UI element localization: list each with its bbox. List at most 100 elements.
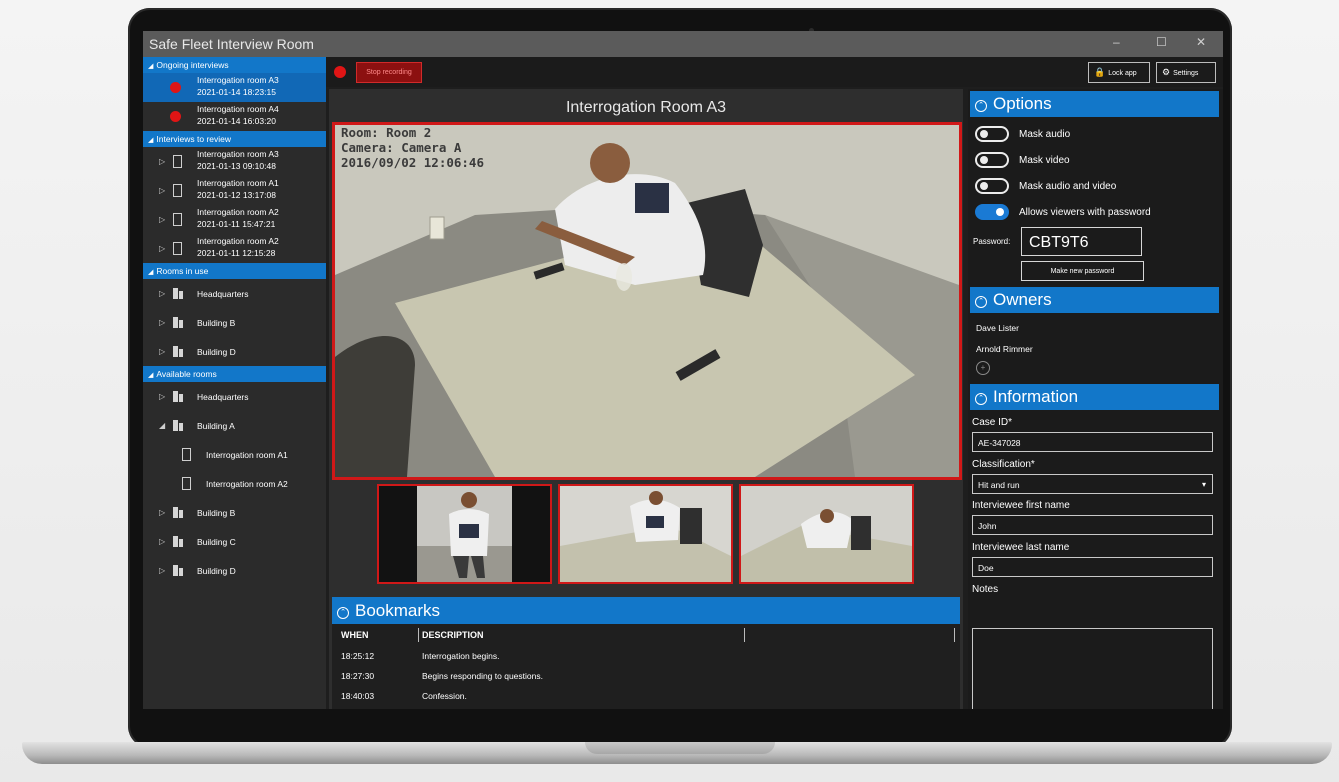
details-panel: ⌃ Options Mask audio Mask video Mask audi… bbox=[968, 89, 1223, 709]
column-divider[interactable] bbox=[954, 628, 955, 642]
live-recording-icon bbox=[170, 82, 181, 93]
expand-arrow-icon[interactable]: ▷ bbox=[159, 318, 165, 327]
make-new-password-button[interactable]: Make new password bbox=[1021, 261, 1144, 281]
section-interviews-to-review[interactable]: ◢ Interviews to review bbox=[143, 131, 326, 147]
camera-thumbnail[interactable] bbox=[739, 484, 914, 584]
bookmark-row[interactable]: 18:40:03 Confession. bbox=[332, 691, 960, 709]
building-name: Building C bbox=[197, 537, 236, 547]
building-item[interactable]: ▷ Building D bbox=[143, 556, 326, 585]
room-icon bbox=[182, 477, 191, 490]
building-item[interactable]: ▷ Building B bbox=[143, 308, 326, 337]
section-available-rooms[interactable]: ◢ Available rooms bbox=[143, 366, 326, 382]
allow-viewers-password-label: Allows viewers with password bbox=[1019, 207, 1151, 218]
bookmarks-header[interactable]: ⌃ Bookmarks bbox=[332, 597, 960, 624]
section-ongoing-interviews[interactable]: ◢ Ongoing interviews bbox=[143, 57, 326, 73]
settings-label: Settings bbox=[1173, 70, 1199, 77]
classification-label: Classification* bbox=[972, 459, 1035, 470]
password-label: Password: bbox=[973, 237, 1011, 246]
expand-arrow-icon[interactable]: ▷ bbox=[159, 566, 165, 575]
allow-viewers-password-toggle[interactable] bbox=[975, 204, 1009, 220]
expand-arrow-icon[interactable]: ▷ bbox=[159, 508, 165, 517]
options-header[interactable]: ⌃ Options bbox=[970, 91, 1219, 117]
maximize-button[interactable]: ☐ bbox=[1156, 35, 1167, 49]
mask-video-toggle[interactable] bbox=[975, 152, 1009, 168]
owner-name: Arnold Rimmer bbox=[976, 344, 1033, 354]
bookmark-description: Confession. bbox=[422, 691, 467, 701]
expand-arrow-icon[interactable]: ▷ bbox=[159, 157, 165, 166]
settings-button[interactable]: ⚙ Settings bbox=[1156, 62, 1216, 83]
review-item[interactable]: ▷ Interrogation room A2 2021-01-11 15:47… bbox=[143, 205, 326, 234]
collapse-circle-icon: ⌃ bbox=[975, 393, 987, 405]
bookmark-description: Interrogation begins. bbox=[422, 651, 500, 661]
room-item[interactable]: Interrogation room A2 bbox=[143, 469, 326, 498]
last-name-field[interactable]: Doe bbox=[972, 557, 1213, 577]
owners-header[interactable]: ⌃ Owners bbox=[970, 287, 1219, 313]
information-header[interactable]: ⌃ Information bbox=[970, 384, 1219, 410]
camera-thumbnail-image bbox=[379, 486, 550, 582]
review-item-name: Interrogation room A2 bbox=[197, 236, 279, 246]
room-item[interactable]: Interrogation room A1 bbox=[143, 440, 326, 469]
building-item[interactable]: ▷ Building C bbox=[143, 527, 326, 556]
review-item[interactable]: ▷ Interrogation room A1 2021-01-12 13:17… bbox=[143, 176, 326, 205]
building-icon bbox=[173, 391, 183, 402]
column-divider[interactable] bbox=[418, 628, 419, 642]
review-item[interactable]: ▷ Interrogation room A2 2021-01-11 12:15… bbox=[143, 234, 326, 263]
mask-audio-video-toggle[interactable] bbox=[975, 178, 1009, 194]
expand-arrow-icon[interactable]: ▷ bbox=[159, 244, 165, 253]
building-item[interactable]: ▷ Headquarters bbox=[143, 382, 326, 411]
ongoing-item[interactable]: Interrogation room A4 2021-01-14 16:03:2… bbox=[143, 102, 326, 131]
camera-thumbnail[interactable] bbox=[558, 484, 733, 584]
bookmark-row[interactable]: 18:25:12 Interrogation begins. bbox=[332, 651, 960, 671]
review-item[interactable]: ▷ Interrogation room A3 2021-01-13 09:10… bbox=[143, 147, 326, 176]
section-rooms-in-use[interactable]: ◢ Rooms in use bbox=[143, 263, 326, 279]
room-name: Interrogation room A2 bbox=[206, 479, 288, 489]
gear-icon: ⚙ bbox=[1162, 67, 1171, 77]
column-divider[interactable] bbox=[744, 628, 745, 642]
building-icon bbox=[173, 507, 183, 518]
lock-app-button[interactable]: 🔒 Lock app bbox=[1088, 62, 1150, 83]
expand-arrow-icon[interactable]: ▷ bbox=[159, 289, 165, 298]
column-header-when[interactable]: WHEN bbox=[341, 630, 369, 640]
minimize-button[interactable]: – bbox=[1113, 35, 1120, 49]
osd-camera: Camera: Camera A bbox=[341, 140, 462, 155]
mask-audio-video-label: Mask audio and video bbox=[1019, 181, 1117, 192]
collapse-arrow-icon[interactable]: ◢ bbox=[159, 421, 165, 430]
expand-arrow-icon[interactable]: ▷ bbox=[159, 215, 165, 224]
ongoing-item[interactable]: Interrogation room A3 2021-01-14 18:23:1… bbox=[143, 73, 326, 102]
collapse-circle-icon: ⌃ bbox=[975, 100, 987, 112]
review-item-name: Interrogation room A1 bbox=[197, 178, 279, 188]
expand-arrow-icon[interactable]: ▷ bbox=[159, 186, 165, 195]
ongoing-item-name: Interrogation room A3 bbox=[197, 75, 279, 85]
room-name: Interrogation room A1 bbox=[206, 450, 288, 460]
bookmark-row[interactable]: 18:27:30 Begins responding to questions. bbox=[332, 671, 960, 691]
close-button[interactable]: ✕ bbox=[1196, 35, 1206, 49]
building-item[interactable]: ▷ Building B bbox=[143, 498, 326, 527]
building-item-expanded[interactable]: ◢ Building A bbox=[143, 411, 326, 440]
expand-arrow-icon[interactable]: ▷ bbox=[159, 392, 165, 401]
first-name-field[interactable]: John bbox=[972, 515, 1213, 535]
expand-arrow-icon[interactable]: ▷ bbox=[159, 537, 165, 546]
section-label: Rooms in use bbox=[156, 266, 209, 276]
bookmarks-table: WHEN DESCRIPTION 18:25:12 Interrogation … bbox=[332, 624, 960, 709]
password-field[interactable]: CBT9T6 bbox=[1021, 227, 1142, 256]
building-name: Building B bbox=[197, 508, 236, 518]
mask-audio-toggle[interactable] bbox=[975, 126, 1009, 142]
expand-arrow-icon[interactable]: ▷ bbox=[159, 347, 165, 356]
camera-thumbnail[interactable] bbox=[377, 484, 552, 584]
mask-video-label: Mask video bbox=[1019, 155, 1070, 166]
notes-field[interactable] bbox=[972, 628, 1213, 709]
column-header-description[interactable]: DESCRIPTION bbox=[422, 630, 484, 640]
building-item[interactable]: ▷ Building D bbox=[143, 337, 326, 366]
building-item[interactable]: ▷ Headquarters bbox=[143, 279, 326, 308]
building-name: Building B bbox=[197, 318, 236, 328]
recording-file-icon bbox=[173, 242, 182, 255]
stop-recording-button[interactable]: Stop recording bbox=[356, 62, 422, 83]
classification-dropdown[interactable]: Hit and run ▾ bbox=[972, 474, 1213, 494]
review-item-name: Interrogation room A2 bbox=[197, 207, 279, 217]
case-id-field[interactable]: AE-347028 bbox=[972, 432, 1213, 452]
building-name: Building A bbox=[197, 421, 235, 431]
main-video-feed[interactable]: Room: Room 2 Camera: Camera A 2016/09/02… bbox=[332, 122, 962, 480]
room-icon bbox=[182, 448, 191, 461]
osd-timestamp: 2016/09/02 12:06:46 bbox=[341, 155, 484, 170]
add-owner-icon[interactable]: + bbox=[976, 361, 990, 375]
